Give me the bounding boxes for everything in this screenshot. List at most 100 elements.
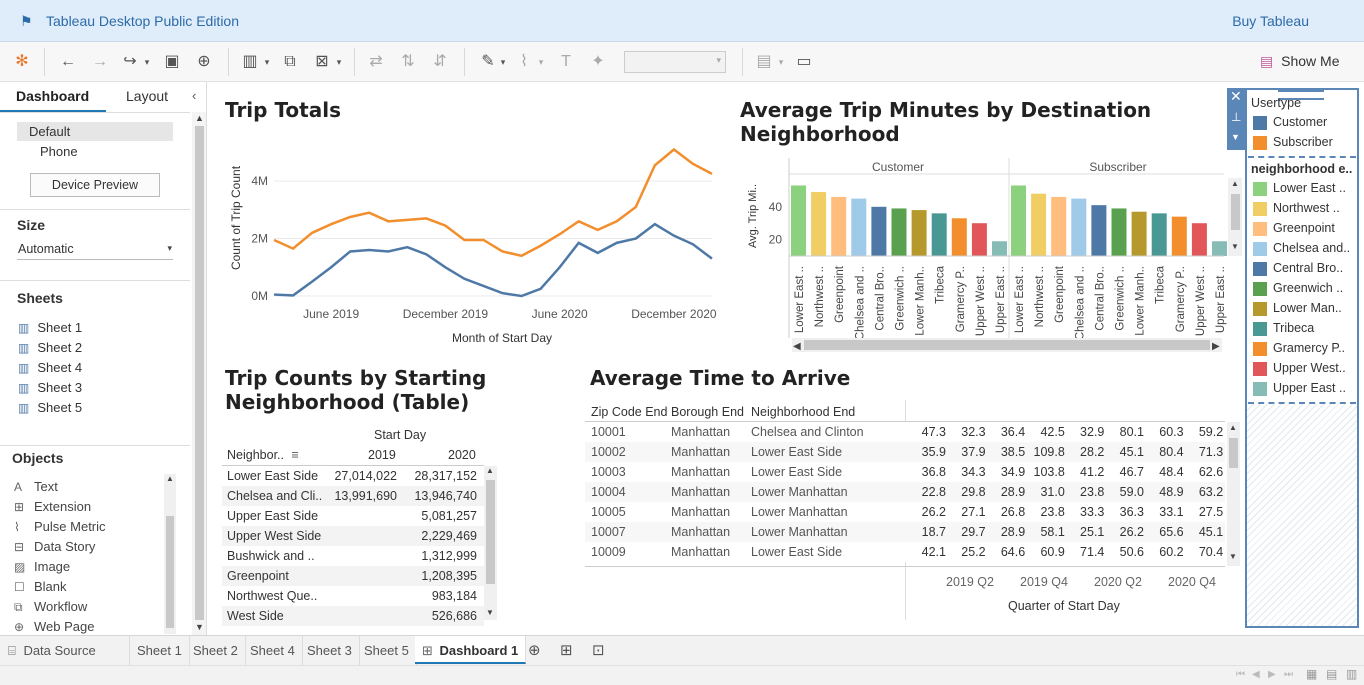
trip-counts-scrollbar[interactable]: ▲ ▼ — [484, 466, 497, 620]
scroll-thumb[interactable] — [1231, 194, 1240, 230]
swap-icon[interactable]: ⇄ — [366, 52, 386, 72]
buy-tableau-link[interactable]: Buy Tableau — [1232, 13, 1309, 29]
bar-subscriber[interactable] — [1011, 185, 1026, 256]
tab-sheet-5[interactable]: Sheet 5 — [357, 636, 417, 666]
scroll-up-icon[interactable]: ▲ — [1231, 179, 1239, 188]
size-dropdown[interactable]: Automatic ▾ — [17, 240, 173, 260]
device-default[interactable]: Default — [17, 122, 173, 141]
scroll-thumb[interactable] — [195, 126, 204, 620]
bar-subscriber[interactable] — [1131, 211, 1147, 256]
sheet-sorter-icon[interactable]: ▦ — [1306, 667, 1317, 681]
device-phone[interactable]: Phone — [40, 144, 78, 159]
bar-subscriber[interactable] — [1171, 216, 1187, 256]
object-item[interactable]: ⧉ Workflow — [14, 599, 87, 615]
chevron-down-icon[interactable]: ▾ — [334, 52, 344, 72]
pin-icon[interactable]: ⊥ — [1231, 110, 1241, 124]
collapse-pane-icon[interactable]: ‹ — [192, 88, 196, 103]
bar-customer[interactable] — [931, 213, 947, 256]
prev-page-icon[interactable]: ◀ — [1252, 669, 1260, 680]
bar-subscriber[interactable] — [1071, 198, 1087, 256]
scroll-left-icon[interactable]: ◀ — [793, 341, 801, 352]
bar-customer[interactable] — [951, 218, 967, 256]
object-item[interactable]: A Text — [14, 479, 58, 494]
scroll-thumb[interactable] — [804, 340, 1210, 350]
bar-customer[interactable] — [891, 208, 907, 256]
bar-subscriber[interactable] — [1191, 223, 1207, 256]
sheet-list-item[interactable]: ▥ Sheet 1 — [18, 320, 82, 335]
bar-subscriber[interactable] — [1031, 193, 1047, 256]
highlight-icon[interactable]: ✎ — [478, 52, 498, 72]
data-source-tab[interactable]: ⌸ Data Source — [0, 636, 130, 666]
sort-ascending-icon[interactable]: ⇅ — [398, 52, 418, 72]
tab-sheet-1[interactable]: Sheet 1 — [130, 636, 190, 666]
device-preview-button[interactable]: Device Preview — [30, 173, 160, 197]
scroll-right-icon[interactable]: ▶ — [1212, 341, 1220, 352]
first-page-icon[interactable]: ⏮ — [1236, 669, 1245, 680]
sheet-list-item[interactable]: ▥ Sheet 5 — [18, 400, 82, 415]
label-icon[interactable]: T — [556, 52, 576, 72]
duplicate-icon[interactable]: ⧉ — [280, 52, 300, 72]
objects-scrollbar[interactable]: ▲ — [164, 474, 176, 634]
new-worksheet-icon[interactable]: ▥ — [240, 52, 260, 72]
series-line-customer[interactable] — [273, 222, 713, 298]
chevron-down-icon[interactable]: ▾ — [262, 52, 272, 72]
object-item[interactable]: ⊞ Extension — [14, 499, 91, 514]
bar-subscriber[interactable] — [1111, 208, 1127, 256]
fit-dropdown[interactable]: ▾ — [624, 51, 726, 73]
show-me-button[interactable]: ▤ Show Me — [1260, 53, 1339, 70]
scroll-up-icon[interactable]: ▲ — [195, 113, 204, 123]
redo-icon[interactable]: → — [90, 52, 110, 72]
tabs-icon[interactable]: ▥ — [1346, 667, 1357, 681]
sheet-list-item[interactable]: ▥ Sheet 2 — [18, 340, 82, 355]
pin-icon[interactable]: ✦ — [588, 52, 608, 72]
cards-icon[interactable]: ▤ — [754, 52, 774, 72]
tab-dashboard[interactable]: Dashboard — [16, 88, 89, 104]
filmstrip-icon[interactable]: ▤ — [1326, 667, 1337, 681]
object-item[interactable]: ☐ Blank — [14, 579, 67, 594]
sort-icon[interactable]: ≡ — [291, 448, 298, 462]
scroll-down-icon[interactable]: ▼ — [1229, 552, 1237, 561]
last-page-icon[interactable]: ⏭ — [1284, 669, 1293, 680]
clear-sheet-icon[interactable]: ⊠ — [312, 52, 332, 72]
new-story-tab-icon[interactable]: ⊡ — [585, 636, 612, 666]
bar-subscriber[interactable] — [1091, 205, 1107, 256]
tab-sheet-3[interactable]: Sheet 3 — [300, 636, 360, 666]
series-line-subscriber[interactable] — [273, 147, 713, 258]
scroll-up-icon[interactable]: ▲ — [166, 474, 174, 483]
scroll-down-icon[interactable]: ▼ — [1231, 242, 1239, 251]
object-item[interactable]: ⊕ Web Page — [14, 619, 94, 634]
bar-customer[interactable] — [811, 192, 827, 256]
replay-icon[interactable]: ↪ — [120, 52, 140, 72]
bar-customer[interactable] — [851, 198, 867, 256]
bar-customer[interactable] — [911, 210, 927, 256]
avg-minutes-chart[interactable]: Customer Subscriber 40 20 Avg. Trip Mi.. Lowe… — [734, 152, 1244, 356]
object-item[interactable]: ⊟ Data Story — [14, 539, 95, 554]
legend-scrollbar[interactable]: ▲ ▼ — [1228, 178, 1242, 256]
bar-customer[interactable] — [871, 206, 887, 256]
bar-customer[interactable] — [992, 241, 1007, 256]
sheet-list-item[interactable]: ▥ Sheet 4 — [18, 360, 82, 375]
scroll-thumb[interactable] — [1229, 438, 1238, 468]
trip-totals-chart[interactable]: 0M 2M 4M June 2019 December 2019 June 2020 Dec… — [222, 128, 722, 348]
undo-icon[interactable]: ← — [58, 52, 78, 72]
chevron-down-icon[interactable]: ▾ — [776, 52, 786, 72]
scroll-thumb[interactable] — [166, 516, 174, 628]
tab-sheet-4[interactable]: Sheet 4 — [243, 636, 303, 666]
left-pane-scrollbar[interactable]: ▲ ▼ — [192, 112, 206, 635]
tab-layout[interactable]: Layout — [126, 88, 168, 104]
bar-customer[interactable] — [791, 185, 806, 256]
scroll-up-icon[interactable]: ▲ — [1229, 423, 1237, 432]
sheet-list-item[interactable]: ▥ Sheet 3 — [18, 380, 82, 395]
save-icon[interactable]: ▣ — [162, 52, 182, 72]
object-item[interactable]: ⌇ Pulse Metric — [14, 519, 106, 534]
bar-customer[interactable] — [971, 223, 987, 256]
bar-subscriber[interactable] — [1151, 213, 1167, 256]
tab-sheet-2[interactable]: Sheet 2 — [186, 636, 246, 666]
close-icon[interactable]: ✕ — [1230, 88, 1242, 105]
new-dashboard-tab-icon[interactable]: ⊞ — [553, 636, 580, 666]
new-worksheet-tab-icon[interactable]: ⊕ — [521, 636, 548, 666]
scroll-down-icon[interactable]: ▼ — [195, 622, 204, 632]
chevron-down-icon[interactable]: ▾ — [536, 52, 546, 72]
avg-time-scrollbar[interactable]: ▲ ▼ — [1227, 422, 1240, 566]
object-item[interactable]: ▨ Image — [14, 559, 70, 574]
